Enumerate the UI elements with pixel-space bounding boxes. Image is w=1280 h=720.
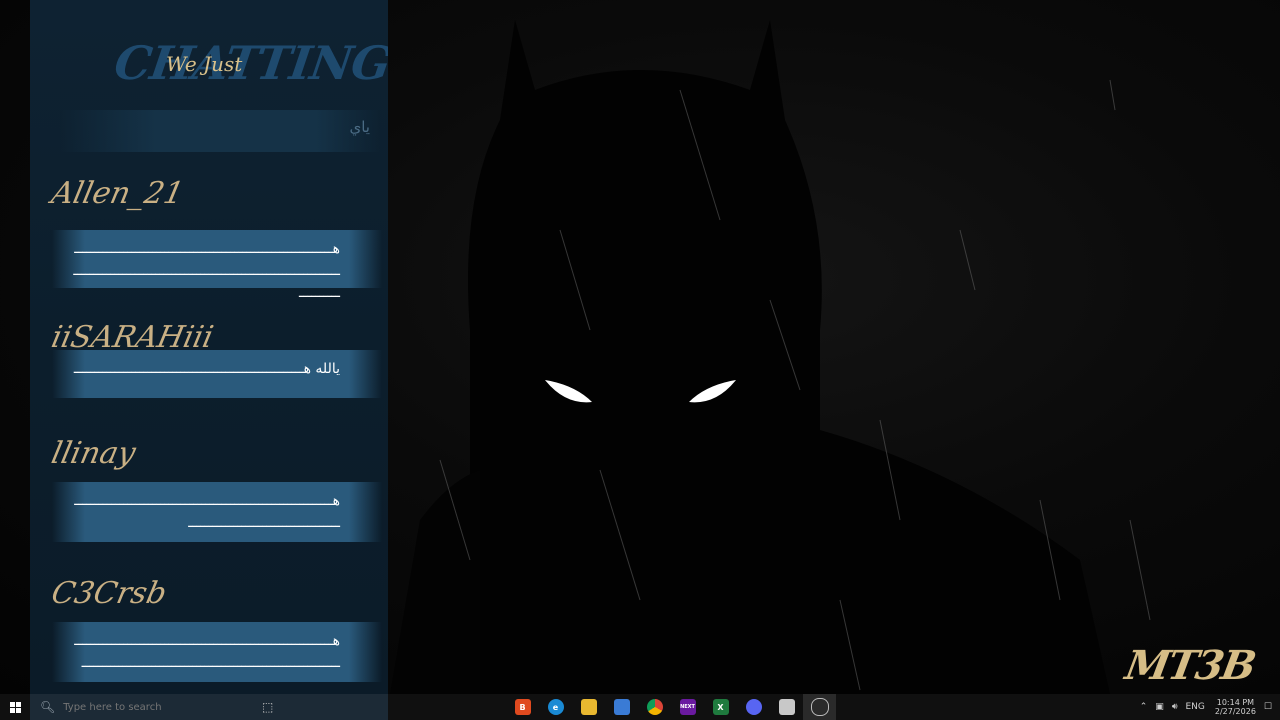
edge-icon: e — [547, 699, 564, 715]
file-explorer-icon — [580, 699, 597, 715]
language-indicator[interactable]: ENG — [1185, 702, 1204, 712]
chat-status-bar: ياي — [60, 110, 380, 152]
taskbar-app-next[interactable]: NEXT — [671, 694, 704, 720]
next-icon: NEXT — [679, 699, 696, 715]
network-icon[interactable]: ▣ — [1155, 702, 1164, 712]
chrome-icon — [646, 699, 663, 715]
mt3b-logo: MT3B — [1122, 642, 1259, 689]
chat-message-text: هـــــــــــــــــــــــــــــــــــــــ… — [52, 230, 382, 301]
chat-username: Allen_21 — [48, 176, 187, 211]
taskbar-app-store[interactable] — [605, 694, 638, 720]
taskbar-app-edge[interactable]: e — [539, 694, 572, 720]
chat-message-text: هـــــــــــــــــــــــــــــــــــــــ… — [52, 622, 382, 682]
taskbar: 🔍︎ ⬚ B e NEXT X ⌃ ▣ 🔊︎ ENG 10:14 PM 2/27… — [0, 694, 1280, 720]
taskbar-apps: B e NEXT X — [506, 694, 836, 720]
task-view-icon[interactable]: ⬚ — [262, 700, 276, 714]
discord-icon — [745, 699, 762, 715]
volume-icon[interactable]: 🔊︎ — [1172, 702, 1178, 712]
taskbar-app-file-explorer[interactable] — [572, 694, 605, 720]
clock-date: 2/27/2026 — [1214, 707, 1256, 716]
clock[interactable]: 10:14 PM 2/27/2026 — [1215, 698, 1256, 716]
chat-header-subtitle: We Just — [166, 52, 243, 76]
chat-username: C3Crsb — [48, 576, 170, 611]
brave-icon: B — [514, 699, 531, 715]
taskbar-app-obs[interactable] — [803, 694, 836, 720]
taskbar-app-discord[interactable] — [737, 694, 770, 720]
search-icon: 🔍︎ — [40, 700, 56, 714]
taskbar-app-notes[interactable] — [770, 694, 803, 720]
search-input[interactable] — [63, 701, 224, 713]
chat-message-text: يالله هـــــــــــــــــــــــــــــــــ… — [52, 350, 382, 398]
clock-time: 10:14 PM — [1216, 698, 1255, 707]
notes-icon — [778, 699, 795, 715]
chat-overlay-panel: CHATTING We Just ياي Allen_21 هـــــــــ… — [30, 0, 388, 694]
taskbar-app-excel[interactable]: X — [704, 694, 737, 720]
chat-header-title: CHATTING — [111, 36, 388, 90]
taskbar-app-chrome[interactable] — [638, 694, 671, 720]
excel-icon: X — [712, 699, 729, 715]
system-tray: ⌃ ▣ 🔊︎ ENG 10:14 PM 2/27/2026 ☐ — [1132, 694, 1272, 720]
windows-logo-icon — [9, 701, 21, 713]
chat-message-text: هـــــــــــــــــــــــــــــــــــــــ… — [52, 482, 382, 542]
chevron-up-icon[interactable]: ⌃ — [1140, 702, 1148, 712]
taskbar-app-brave[interactable]: B — [506, 694, 539, 720]
taskbar-search[interactable]: 🔍︎ ⬚ — [30, 694, 388, 720]
store-icon — [613, 699, 630, 715]
chat-username: llinay — [48, 436, 139, 471]
start-button[interactable] — [0, 694, 30, 720]
obs-icon — [810, 698, 829, 716]
chat-header: CHATTING We Just — [30, 30, 388, 100]
notification-icon[interactable]: ☐ — [1264, 702, 1272, 712]
